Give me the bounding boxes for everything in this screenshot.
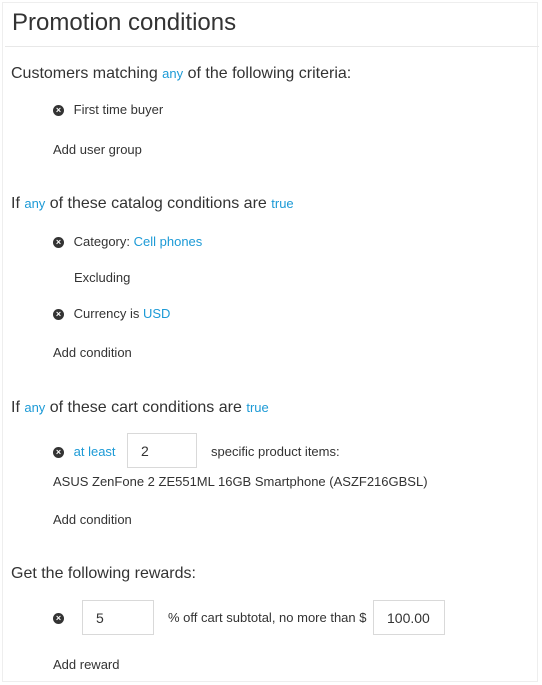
catalog-currency-condition: × Currency is USD xyxy=(53,305,170,323)
catalog-heading-prefix: If xyxy=(11,195,20,212)
cart-heading-prefix: If xyxy=(11,399,20,416)
page-title: Promotion conditions xyxy=(12,9,237,36)
customers-heading: Customers matching any of the following … xyxy=(11,64,351,84)
cart-items-label: specific product items: xyxy=(211,444,340,459)
reward-description: % off cart subtotal, no more than $ xyxy=(168,610,367,625)
catalog-heading-middle: of these catalog conditions are xyxy=(49,195,267,212)
cart-heading-middle: of these cart conditions are xyxy=(49,399,242,416)
currency-label: Currency is xyxy=(73,306,140,321)
add-cart-condition-link[interactable]: Add condition xyxy=(53,511,132,529)
add-reward-link[interactable]: Add reward xyxy=(53,656,119,674)
customer-criteria-label: First time buyer xyxy=(73,102,164,117)
remove-icon[interactable]: × xyxy=(53,237,64,249)
catalog-heading: If any of these catalog conditions are t… xyxy=(11,194,294,214)
promotion-conditions-panel: Promotion conditions Customers matching … xyxy=(2,2,539,682)
reward-max-amount-input[interactable] xyxy=(373,600,445,635)
cart-match-selector[interactable]: any xyxy=(24,400,45,415)
catalog-category-condition: × Category: Cell phones xyxy=(53,233,202,251)
cart-quantity-input[interactable] xyxy=(127,433,197,468)
currency-value-link[interactable]: USD xyxy=(143,306,170,321)
reward-percent-input[interactable] xyxy=(82,600,154,635)
customer-criteria-item: × First time buyer xyxy=(53,101,163,119)
category-label: Category: xyxy=(73,234,130,249)
title-divider xyxy=(5,46,539,47)
cart-condition-row: × at least xyxy=(53,443,116,461)
remove-icon[interactable]: × xyxy=(53,105,64,117)
remove-icon[interactable]: × xyxy=(53,447,64,459)
customers-heading-suffix: of the following criteria: xyxy=(187,65,352,82)
remove-icon[interactable]: × xyxy=(53,613,64,625)
catalog-value-selector[interactable]: true xyxy=(271,196,293,211)
customers-heading-prefix: Customers matching xyxy=(11,65,158,82)
customers-match-selector[interactable]: any xyxy=(162,66,183,81)
excluding-link[interactable]: Excluding xyxy=(74,269,130,287)
cart-quantifier-link[interactable]: at least xyxy=(74,444,116,459)
cart-product-link[interactable]: ASUS ZenFone 2 ZE551ML 16GB Smartphone (… xyxy=(53,473,428,491)
add-user-group-link[interactable]: Add user group xyxy=(53,141,142,159)
category-value-link[interactable]: Cell phones xyxy=(134,234,203,249)
rewards-heading: Get the following rewards: xyxy=(11,565,196,582)
catalog-match-selector[interactable]: any xyxy=(24,196,45,211)
reward-row: × xyxy=(53,609,64,627)
add-catalog-condition-link[interactable]: Add condition xyxy=(53,344,132,362)
cart-heading: If any of these cart conditions are true xyxy=(11,398,269,418)
remove-icon[interactable]: × xyxy=(53,309,64,321)
cart-value-selector[interactable]: true xyxy=(246,400,268,415)
